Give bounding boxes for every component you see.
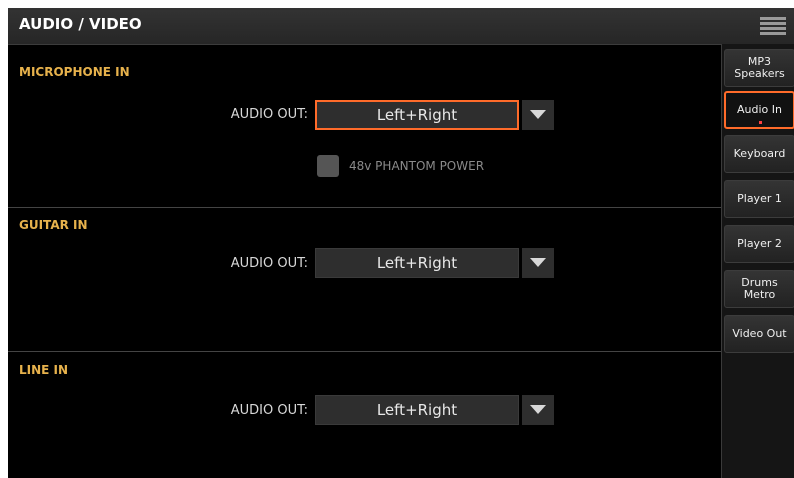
sidebar-tabs: MP3 Speakers Audio In Keyboard Player 1 … [721,44,794,478]
microphone-audio-out-dropdown-button[interactable] [522,100,554,130]
tab-drums-metro[interactable]: Drums Metro [724,270,794,308]
line-audio-out-value[interactable]: Left+Right [315,395,519,425]
line-audio-out-dropdown-button[interactable] [522,395,554,425]
microphone-audio-out-select[interactable]: Left+Right [315,100,555,130]
line-in-section: LINE IN AUDIO OUT: Left+Right [8,352,721,478]
tab-mp3-speakers[interactable]: MP3 Speakers [724,49,794,87]
audio-video-screen: AUDIO / VIDEO MICROPHONE IN AUDIO OUT: L… [8,8,794,478]
guitar-in-title: GUITAR IN [19,218,88,232]
tab-keyboard[interactable]: Keyboard [724,135,794,173]
triangle-down-icon [530,258,546,267]
line-audio-out-select[interactable]: Left+Right [315,395,555,425]
hamburger-menu-icon[interactable] [760,17,786,35]
guitar-in-section: GUITAR IN AUDIO OUT: Left+Right [8,208,721,351]
guitar-audio-out-label: AUDIO OUT: [230,256,308,271]
microphone-in-title: MICROPHONE IN [19,65,130,79]
tab-player-1[interactable]: Player 1 [724,180,794,218]
active-indicator-dot [759,121,762,124]
guitar-audio-out-dropdown-button[interactable] [522,248,554,278]
main-content: MICROPHONE IN AUDIO OUT: Left+Right 48v … [8,44,721,478]
triangle-down-icon [530,405,546,414]
triangle-down-icon [530,110,546,119]
microphone-in-section: MICROPHONE IN AUDIO OUT: Left+Right 48v … [8,44,721,207]
tab-audio-in[interactable]: Audio In [724,91,794,129]
page-title: AUDIO / VIDEO [19,15,142,33]
tab-video-out[interactable]: Video Out [724,315,794,353]
tab-player-2[interactable]: Player 2 [724,225,794,263]
guitar-audio-out-select[interactable]: Left+Right [315,248,555,278]
guitar-audio-out-value[interactable]: Left+Right [315,248,519,278]
phantom-power-checkbox[interactable] [317,155,339,177]
tab-audio-in-label: Audio In [737,103,782,116]
phantom-power-label: 48v PHANTOM POWER [349,159,485,173]
microphone-audio-out-label: AUDIO OUT: [230,107,308,122]
microphone-audio-out-value[interactable]: Left+Right [315,100,519,130]
line-in-title: LINE IN [19,363,69,377]
line-audio-out-label: AUDIO OUT: [230,403,308,418]
header-bar: AUDIO / VIDEO [8,8,794,45]
